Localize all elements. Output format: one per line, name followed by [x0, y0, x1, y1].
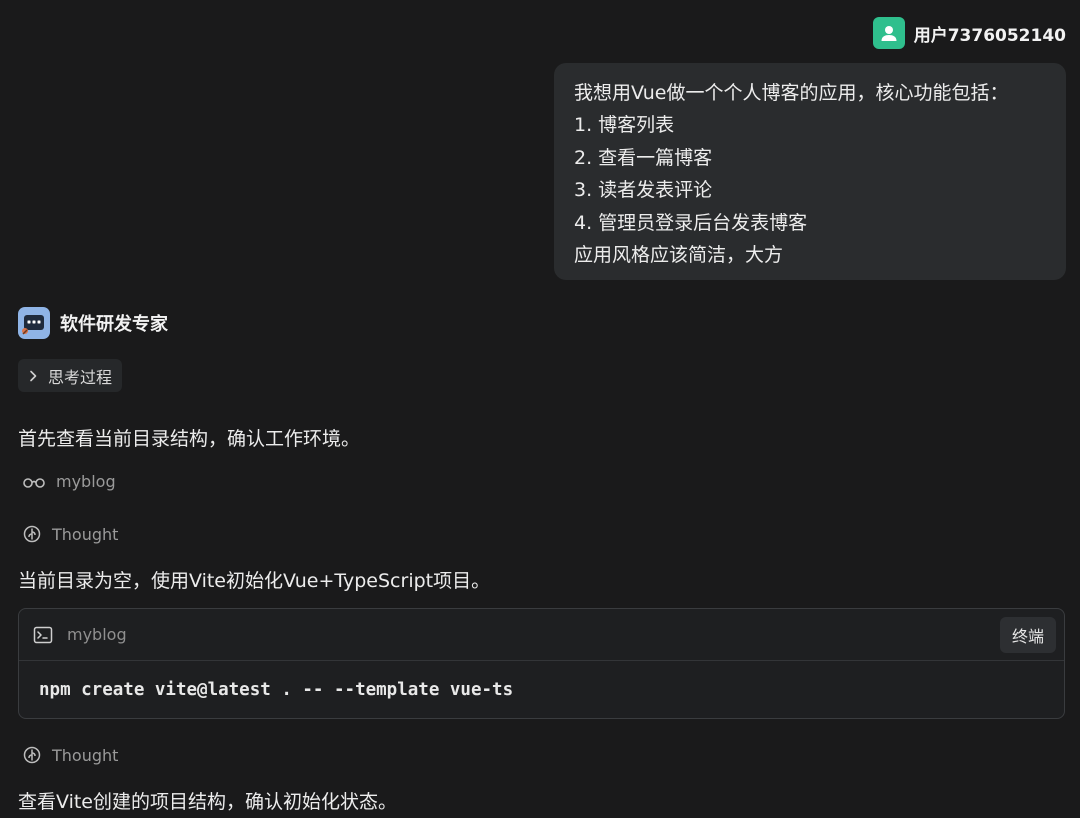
assistant-text-step3: 查看Vite创建的项目结构，确认初始化状态。 [18, 791, 397, 813]
assistant-name: 软件研发专家 [60, 314, 168, 335]
user-avatar [872, 17, 905, 49]
thinking-process-label: 思考过程 [48, 367, 113, 387]
thought-row[interactable]: Thought [22, 524, 118, 544]
user-message-line: 4. 管理员登录后台发表博客 [574, 211, 808, 234]
glasses-icon [23, 477, 45, 488]
user-message-line: 我想用Vue做一个个人博客的应用，核心功能包括： [574, 82, 1009, 104]
user-header: 用户7376052140 [872, 16, 1066, 50]
assistant-header: 软件研发专家 [18, 306, 168, 340]
view-directory-row[interactable]: myblog [22, 472, 116, 491]
thought-row[interactable]: Thought [22, 745, 118, 765]
user-name: 用户7376052140 [913, 25, 1066, 46]
user-message-line: 3. 读者发表评论 [574, 179, 713, 202]
terminal-icon [33, 626, 53, 643]
open-terminal-button[interactable]: 终端 [999, 616, 1056, 653]
terminal-command: npm create vite@latest . -- --template v… [39, 680, 514, 700]
thought-icon [23, 525, 41, 543]
thought-icon [23, 746, 41, 764]
terminal-cwd: myblog [67, 625, 127, 644]
user-message-line: 2. 查看一篇博客 [574, 146, 713, 169]
terminal-header: myblog 终端 [19, 609, 1064, 661]
user-message-bubble: 我想用Vue做一个个人博客的应用，核心功能包括： 1. 博客列表 2. 查看一篇… [554, 63, 1066, 280]
thought-label: Thought [52, 745, 119, 765]
user-message-line: 应用风格应该简洁，大方 [574, 244, 784, 267]
terminal-block: myblog 终端 npm create vite@latest . -- --… [18, 608, 1065, 719]
robot-icon [22, 315, 44, 335]
user-message-line: 1. 博客列表 [574, 114, 675, 137]
chevron-right-icon [30, 370, 37, 381]
thinking-process-toggle[interactable]: 思考过程 [18, 359, 123, 392]
view-directory-name: myblog [56, 472, 116, 491]
person-icon [881, 26, 897, 41]
assistant-text-step1: 首先查看当前目录结构，确认工作环境。 [18, 428, 361, 450]
assistant-text-step2: 当前目录为空，使用Vite初始化Vue+TypeScript项目。 [18, 570, 491, 592]
thought-label: Thought [52, 524, 119, 544]
bot-avatar [18, 307, 50, 339]
